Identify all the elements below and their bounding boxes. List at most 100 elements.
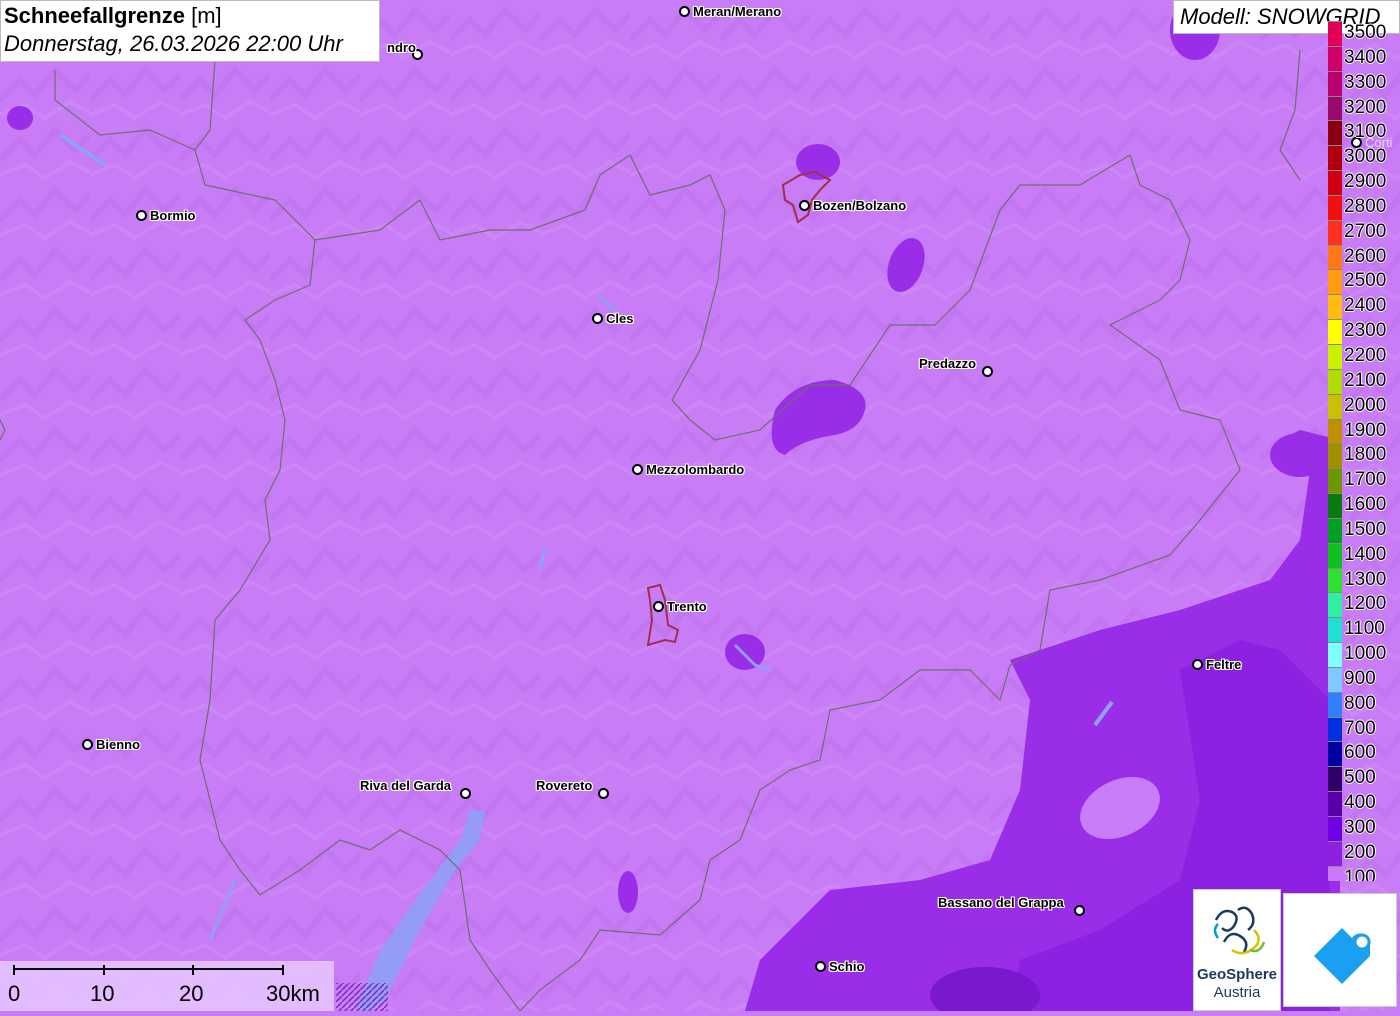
map-canvas[interactable] [0, 0, 1400, 1011]
city-marker[interactable] [1074, 905, 1085, 916]
color-legend: 3500 3400 3300 3200 3100 3000 2900 2800 2700 2600… [1328, 21, 1400, 881]
legend-label: 1100 [1344, 618, 1385, 640]
legend-swatch [1328, 170, 1342, 195]
city-marker[interactable] [592, 313, 603, 324]
snowline-patch [7, 106, 33, 130]
city-marker[interactable] [799, 200, 810, 211]
scale-tick-label: 0 [8, 981, 21, 1006]
legend-item: 2800 [1328, 194, 1400, 220]
legend-label: 800 [1344, 692, 1376, 714]
city-marker[interactable] [82, 739, 93, 750]
legend-swatch [1328, 393, 1342, 419]
legend-item: 1000 [1328, 642, 1400, 667]
legend-swatch [1328, 567, 1342, 593]
legend-item: 2200 [1328, 343, 1400, 369]
legend-swatch [1328, 691, 1342, 717]
legend-swatch [1328, 294, 1342, 320]
city-marker[interactable] [136, 210, 147, 221]
title-main: Schneefallgrenze [4, 3, 185, 28]
legend-item: 1300 [1328, 567, 1400, 593]
legend-label: 400 [1344, 792, 1376, 814]
city-label-bassano: Bassano del Grappa [938, 895, 1064, 910]
legend-item: 1200 [1328, 592, 1400, 618]
legend-item: 800 [1328, 691, 1400, 717]
legend-item: 600 [1328, 741, 1400, 767]
scale-tick-label: 20 [179, 981, 204, 1006]
legend-label: 3500 [1344, 22, 1387, 43]
legend-label: 3200 [1344, 96, 1387, 118]
legend-label: 2000 [1344, 394, 1387, 416]
legend-item: 1800 [1328, 443, 1400, 469]
legend-label: 1300 [1344, 568, 1387, 590]
legend-swatch [1328, 666, 1342, 692]
legend-swatch [1328, 493, 1342, 518]
geosphere-logo-text: GeoSphere [1196, 966, 1278, 983]
legend-swatch [1328, 642, 1342, 667]
legend-swatch [1328, 865, 1342, 881]
city-label-bienno: Bienno [96, 737, 141, 752]
title-unit: [m] [191, 3, 222, 28]
legend-label: 1200 [1344, 593, 1387, 615]
legend-swatch [1328, 542, 1342, 568]
geosphere-logo-icon [1213, 906, 1266, 955]
legend-item: 200 [1328, 840, 1400, 866]
hatched-area [336, 983, 388, 1011]
legend-item: 100 [1328, 865, 1400, 881]
legend-label: 1800 [1344, 444, 1387, 466]
legend-label: 2700 [1344, 220, 1387, 242]
city-marker[interactable] [653, 601, 664, 612]
legend-swatch [1328, 617, 1342, 643]
legend-swatch [1328, 269, 1342, 295]
snowline-patch [1270, 433, 1330, 477]
city-label-bormio: Bormio [150, 208, 196, 223]
legend-item: 1500 [1328, 517, 1400, 543]
legend-swatch [1328, 716, 1342, 742]
legend-label: 300 [1344, 817, 1376, 838]
legend-item: 3100 [1328, 120, 1400, 146]
legend-item: 3000 [1328, 145, 1400, 171]
city-marker[interactable] [982, 366, 993, 377]
legend-item: 2500 [1328, 269, 1400, 295]
legend-swatch [1328, 443, 1342, 469]
app-logo[interactable] [1283, 893, 1397, 1007]
city-marker[interactable] [815, 961, 826, 972]
legend-swatch [1328, 343, 1342, 369]
title-box: Schneefallgrenze [m] Donnerstag, 26.03.2… [0, 0, 380, 62]
legend-swatch [1328, 741, 1342, 767]
city-marker[interactable] [632, 464, 643, 475]
city-marker[interactable] [1192, 659, 1203, 670]
city-label-feltre: Feltre [1206, 657, 1242, 672]
legend-label: 1000 [1344, 643, 1387, 665]
legend-item: 2600 [1328, 244, 1400, 270]
scale-bar: 0 10 20 30km [0, 961, 334, 1011]
legend-label: 900 [1344, 667, 1376, 689]
legend-label: 1900 [1344, 419, 1387, 441]
legend-label: 1500 [1344, 518, 1387, 540]
city-marker[interactable] [460, 788, 471, 799]
geosphere-logo[interactable]: GeoSphere Austria [1193, 889, 1281, 1011]
legend-item: 1900 [1328, 418, 1400, 444]
legend-label: 1600 [1344, 494, 1387, 516]
legend-label: 2800 [1344, 195, 1387, 217]
city-label-schio: Schio [829, 959, 865, 974]
app-logo-icon [1314, 928, 1371, 984]
city-label-meran: Meran/Merano [693, 4, 782, 19]
legend-item: 3400 [1328, 45, 1400, 71]
legend-swatch [1328, 592, 1342, 618]
legend-label: 200 [1344, 841, 1376, 863]
legend-label: 3300 [1344, 71, 1387, 93]
legend-item: 400 [1328, 791, 1400, 816]
legend-item: 1100 [1328, 617, 1400, 643]
legend-swatch [1328, 194, 1342, 220]
legend-swatch [1328, 468, 1342, 494]
legend-swatch [1328, 418, 1342, 444]
legend-label: 3400 [1344, 46, 1387, 68]
legend-item: 900 [1328, 666, 1400, 692]
legend-swatch [1328, 368, 1342, 394]
legend-label: 100 [1344, 866, 1376, 881]
scale-tick-label: 30km [266, 981, 320, 1006]
city-marker[interactable] [679, 6, 690, 17]
legend-item: 2300 [1328, 319, 1400, 344]
legend-label: 1400 [1344, 543, 1387, 565]
city-marker[interactable] [598, 788, 609, 799]
